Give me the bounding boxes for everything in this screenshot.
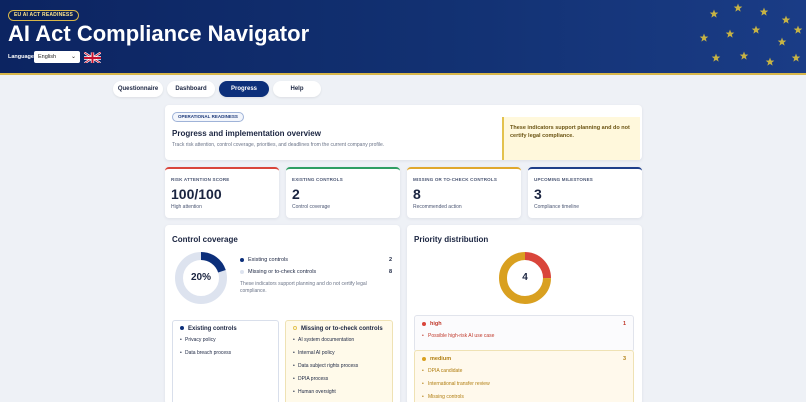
bullet-dot (422, 321, 426, 326)
priority-group-high: high 1 Possible high-risk AI use case (414, 315, 634, 352)
existing-controls-title: Existing controls (180, 326, 271, 332)
star-icon (791, 53, 801, 62)
legend-count: 2 (388, 257, 392, 263)
readiness-badge: EU AI ACT READINESS (8, 10, 79, 21)
legend-missing: Missing or to-check controls 8 (240, 269, 392, 275)
stat-sub: Recommended action (413, 204, 462, 210)
list-item: Missing controls (422, 394, 626, 400)
star-icon (759, 7, 769, 16)
legend-count: 8 (388, 269, 392, 275)
star-icon (711, 53, 721, 62)
star-icon (725, 29, 735, 38)
missing-controls-heading: Missing or to-check controls (301, 326, 383, 332)
stat-value: 2 (292, 186, 300, 202)
star-icon (751, 25, 761, 34)
stat-risk-attention: RISK ATTENTION SCORE 100/100 High attent… (165, 167, 279, 218)
stat-value: 3 (534, 186, 542, 202)
list-item: Data breach process (180, 350, 271, 356)
legend-existing: Existing controls 2 (240, 257, 392, 263)
coverage-percent: 20% (190, 272, 211, 283)
overview-card: OPERATIONAL READINESS Progress and imple… (165, 105, 642, 160)
language-value: English (38, 54, 57, 60)
tab-progress[interactable]: Progress (219, 81, 269, 97)
priority-group-header: high 1 (422, 321, 626, 327)
star-icon (699, 33, 709, 42)
legend-label: Missing or to-check controls (248, 269, 317, 275)
language-label: Language (8, 54, 34, 60)
stat-missing-controls: MISSING OR TO-CHECK CONTROLS 8 Recommend… (407, 167, 521, 218)
missing-controls-box: Missing or to-check controls AI system d… (285, 320, 393, 402)
stat-value: 100/100 (171, 186, 222, 202)
disclaimer-note: These indicators support planning and do… (502, 117, 640, 160)
control-coverage-title: Control coverage (172, 235, 238, 244)
star-icon (781, 15, 791, 24)
stat-label: EXISTING CONTROLS (292, 177, 343, 182)
overview-subtitle: Track risk attention, control coverage, … (172, 142, 385, 148)
stat-label: MISSING OR TO-CHECK CONTROLS (413, 177, 498, 182)
star-icon (765, 57, 775, 66)
priority-distribution-title: Priority distribution (414, 235, 489, 244)
list-item: Data subject rights process (293, 363, 385, 369)
missing-controls-title: Missing or to-check controls (293, 326, 385, 332)
priority-group-count: 1 (622, 321, 626, 327)
bullet-dot (422, 356, 426, 361)
stat-sub: High attention (171, 204, 202, 210)
operational-readiness-pill: OPERATIONAL READINESS (172, 112, 244, 122)
tab-help[interactable]: Help (273, 81, 321, 97)
list-item: AI system documentation (293, 337, 385, 343)
star-icon (739, 51, 749, 60)
tab-dashboard[interactable]: Dashboard (167, 81, 215, 97)
uk-flag-icon[interactable] (84, 51, 101, 63)
legend-dot (240, 257, 244, 262)
priority-total: 4 (522, 272, 528, 283)
stat-label: UPCOMING MILESTONES (534, 177, 593, 182)
overview-title: Progress and implementation overview (172, 129, 321, 138)
app-title: AI Act Compliance Navigator (8, 21, 310, 46)
stat-sub: Compliance timeline (534, 204, 580, 210)
app-header: EU AI ACT READINESS AI Act Compliance Na… (0, 0, 806, 75)
bullet-dot (180, 326, 184, 331)
bullet-dot (293, 326, 297, 331)
stat-existing-controls: EXISTING CONTROLS 2 Control coverage (286, 167, 400, 218)
priority-distribution-panel: Priority distribution 4 high 1 Possible … (407, 225, 642, 402)
chevron-down-icon: ⌄ (70, 54, 76, 60)
priority-group-name: high (430, 321, 442, 327)
legend-dot (240, 269, 244, 274)
priority-group-header: medium 3 (422, 356, 626, 362)
stat-label: RISK ATTENTION SCORE (171, 177, 230, 182)
tab-questionnaire[interactable]: Questionnaire (113, 81, 163, 97)
legend-label: Existing controls (248, 257, 289, 263)
priority-group-name: medium (430, 356, 452, 362)
eu-stars-icon (699, 3, 803, 66)
coverage-note: These indicators support planning and do… (240, 281, 367, 294)
star-icon (777, 37, 787, 46)
priority-group-count: 3 (622, 356, 626, 362)
star-icon (733, 3, 743, 12)
list-item: DPIA process (293, 376, 385, 382)
priority-group-medium: medium 3 DPIA candidate International tr… (414, 350, 634, 402)
stat-value: 8 (413, 186, 421, 202)
existing-controls-box: Existing controls Privacy policy Data br… (172, 320, 279, 402)
star-icon (709, 9, 719, 18)
list-item: Possible high-risk AI use case (422, 333, 626, 339)
list-item: DPIA candidate (422, 368, 626, 374)
list-item: Human oversight (293, 389, 385, 395)
existing-controls-heading: Existing controls (188, 326, 237, 332)
list-item: International transfer review (422, 381, 626, 387)
stat-upcoming-milestones: UPCOMING MILESTONES 3 Compliance timelin… (528, 167, 642, 218)
language-select[interactable]: English ⌄ (34, 51, 80, 63)
star-icon (793, 25, 803, 34)
stat-sub: Control coverage (292, 204, 331, 210)
list-item: Internal AI policy (293, 350, 385, 356)
list-item: Privacy policy (180, 337, 271, 343)
control-coverage-panel: Control coverage 20% Existing controls 2… (165, 225, 400, 402)
